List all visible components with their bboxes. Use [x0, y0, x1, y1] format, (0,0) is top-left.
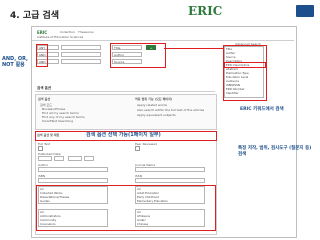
options-right-1[interactable]: Apply related words: [137, 103, 167, 107]
page-title: 4. 고급 검색: [10, 11, 60, 21]
options-right-3[interactable]: Apply equivalent subjects: [137, 113, 176, 117]
tab-thesaurus[interactable]: Thesaurus: [78, 30, 94, 34]
eric-descriptor-highlight: [224, 62, 266, 68]
peer-reviewed-checkbox[interactable]: [135, 146, 140, 151]
journal-input[interactable]: [135, 167, 205, 172]
pub-date-from-year[interactable]: [54, 156, 64, 161]
specific-types-annotation: 특정 저작, 범위, 검사도구 (질문지 등) 검색: [238, 146, 312, 157]
options-item-5[interactable]: SmartText Searching: [42, 119, 73, 123]
tab-collection[interactable]: Collection: [60, 30, 75, 34]
issn-input[interactable]: [135, 178, 205, 183]
options-col2-label: 적용 범위 기능 (모든 페이지): [135, 97, 173, 101]
eric-tagline: Institute of Education Sciences: [37, 35, 84, 39]
isbn-input[interactable]: [38, 178, 108, 183]
connector-line-top: [164, 48, 224, 49]
partner-logo: [296, 5, 314, 17]
header-divider: [32, 40, 294, 41]
pub-date-from-month[interactable]: [38, 156, 52, 161]
author-input[interactable]: [38, 167, 108, 172]
pub-date-to-year[interactable]: [84, 156, 94, 161]
section-divider-1: [35, 91, 215, 92]
specific-types-highlight: [36, 185, 216, 231]
limit-results-label: 검색 옵션 및 제한: [37, 133, 60, 137]
full-text-checkbox[interactable]: [38, 146, 43, 151]
pub-date-to-month[interactable]: [68, 156, 82, 161]
search-options-callout: 검색 옵션 선택 가능(1페이지 일부): [86, 132, 161, 138]
search-row-3-input[interactable]: [61, 59, 101, 64]
options-right-2[interactable]: Also search within the full text of the …: [137, 108, 212, 112]
search-row-1-input[interactable]: [61, 45, 101, 50]
bool-ops-annotation: AND, OR, NOT 활용: [2, 56, 28, 68]
eric-logo: ERIC: [188, 4, 223, 18]
dropdown-list-highlight: [223, 45, 267, 101]
field-selector-highlight: [110, 43, 166, 68]
search-row-2-input[interactable]: [61, 52, 101, 57]
bool-ops-highlight: [36, 44, 48, 67]
eric-keyword-annotation: ERIC 키워드에서 검색: [240, 107, 284, 112]
options-col1-label: 검색 옵션: [38, 97, 51, 101]
